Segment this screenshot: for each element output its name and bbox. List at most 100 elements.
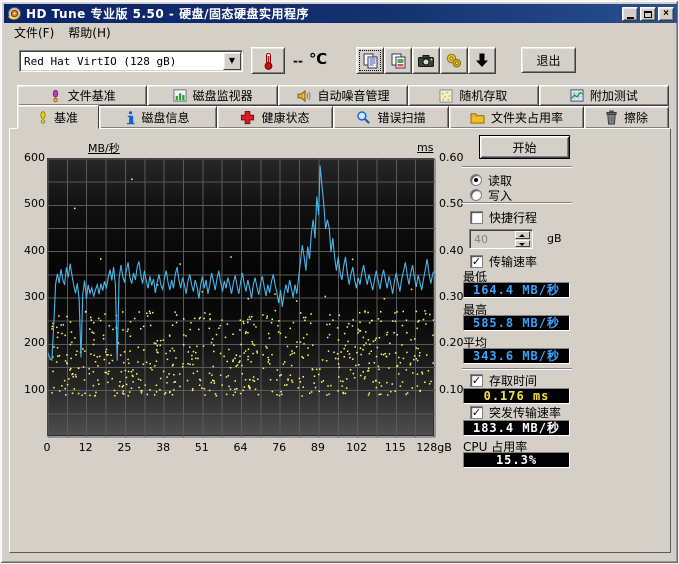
yellow-folder-icon bbox=[470, 111, 485, 124]
burst-rate-checkbox[interactable]: ✓ 突发传输速率 bbox=[470, 405, 561, 419]
chart-canvas bbox=[48, 159, 435, 437]
write-radio[interactable]: 写入 bbox=[470, 188, 512, 202]
transfer-rate-label: 传输速率 bbox=[489, 253, 537, 270]
camera-icon bbox=[417, 53, 435, 69]
tab-row-secondary: 文件基准 磁盘监视器 自动噪音管理 随机 bbox=[17, 85, 669, 106]
tab-auto-acoustic[interactable]: 自动噪音管理 bbox=[278, 85, 408, 106]
menu-file[interactable]: 文件(F) bbox=[7, 22, 61, 43]
window-title: HD Tune 专业版 5.50 - 硬盘/固态硬盘实用程序 bbox=[26, 5, 618, 22]
left-axis-unit: MB/秒 bbox=[88, 140, 120, 156]
tab-label: 随机存取 bbox=[459, 87, 507, 104]
exit-button[interactable]: 退出 bbox=[521, 47, 576, 73]
radio-icon bbox=[470, 189, 482, 201]
tab-label: 基准 bbox=[54, 109, 78, 126]
capacity-stepper[interactable]: 40 bbox=[469, 229, 533, 249]
toolbar: Red Hat VirtIO (128 gB) ▼ -- ℃ bbox=[4, 42, 677, 82]
spin-up-icon[interactable] bbox=[515, 231, 530, 239]
save-button[interactable] bbox=[468, 47, 496, 74]
copy-image-button[interactable] bbox=[384, 47, 412, 74]
tab-disk-info[interactable]: 磁盘信息 bbox=[99, 106, 217, 129]
yellow-exclamation-icon bbox=[38, 110, 48, 125]
tab-label: 文件夹占用率 bbox=[491, 109, 563, 126]
options-button[interactable] bbox=[440, 47, 468, 74]
drive-select-value: Red Hat VirtIO (128 gB) bbox=[20, 55, 223, 68]
copy-text-button[interactable] bbox=[356, 47, 384, 74]
checkbox-checked-icon: ✓ bbox=[470, 406, 483, 419]
red-cross-icon bbox=[240, 110, 255, 125]
tab-random-access[interactable]: 随机存取 bbox=[408, 85, 538, 106]
axis-tick-label: 64 bbox=[221, 441, 261, 454]
axis-tick-label: 200 bbox=[9, 336, 45, 349]
burst-rate-display: 183.4 MB/秒 bbox=[463, 420, 570, 436]
speaker-icon bbox=[297, 89, 312, 103]
separator bbox=[462, 202, 572, 204]
tab-extra-tests[interactable]: 附加测试 bbox=[539, 85, 669, 106]
axis-tick-label: 500 bbox=[9, 197, 45, 210]
tab-label: 附加测试 bbox=[590, 87, 638, 104]
checkbox-checked-icon: ✓ bbox=[470, 374, 483, 387]
axis-tick-label: 100 bbox=[9, 383, 45, 396]
tab-error-scan[interactable]: 错误扫描 bbox=[333, 106, 449, 129]
axis-tick-label: 0.60 bbox=[439, 151, 475, 164]
tab-disk-monitor[interactable]: 磁盘监视器 bbox=[147, 85, 277, 106]
blue-info-icon bbox=[126, 110, 135, 125]
cpu-usage-display: 15.3% bbox=[463, 452, 570, 468]
maximize-button[interactable] bbox=[640, 7, 656, 21]
gears-icon bbox=[445, 52, 463, 69]
app-window: HD Tune 专业版 5.50 - 硬盘/固态硬盘实用程序 × 文件(F) 帮… bbox=[0, 0, 679, 564]
purple-exclamation-icon bbox=[49, 89, 62, 103]
green-bar-chart-icon bbox=[173, 89, 187, 102]
maximize-icon bbox=[644, 11, 652, 18]
axis-tick-label: 25 bbox=[104, 441, 144, 454]
tab-file-benchmark[interactable]: 文件基准 bbox=[17, 85, 147, 106]
temperature-button[interactable] bbox=[251, 47, 285, 74]
tab-erase[interactable]: 擦除 bbox=[584, 106, 669, 129]
axis-tick-label: 600 bbox=[9, 151, 45, 164]
thermometer-icon bbox=[260, 52, 276, 70]
burst-rate-label: 突发传输速率 bbox=[489, 404, 561, 421]
title-bar: HD Tune 专业版 5.50 - 硬盘/固态硬盘实用程序 × bbox=[4, 4, 677, 23]
drive-select[interactable]: Red Hat VirtIO (128 gB) ▼ bbox=[19, 50, 243, 72]
tab-label: 磁盘监视器 bbox=[193, 87, 253, 104]
read-radio[interactable]: 读取 bbox=[470, 173, 512, 187]
close-button[interactable]: × bbox=[658, 7, 674, 21]
axis-tick-label: 128gB bbox=[414, 441, 454, 454]
short-stroke-checkbox[interactable]: 快捷行程 bbox=[470, 210, 537, 224]
tab-label: 文件基准 bbox=[68, 87, 116, 104]
tab-benchmark[interactable]: 基准 bbox=[17, 105, 99, 129]
menu-help[interactable]: 帮助(H) bbox=[61, 22, 117, 43]
access-time-checkbox[interactable]: ✓ 存取时间 bbox=[470, 373, 537, 387]
checkbox-icon bbox=[470, 211, 483, 224]
short-stroke-label: 快捷行程 bbox=[489, 209, 537, 226]
tab-label: 健康状态 bbox=[261, 109, 309, 126]
down-arrow-icon bbox=[474, 52, 490, 69]
copy-pages-icon bbox=[362, 52, 379, 69]
write-radio-label: 写入 bbox=[488, 187, 512, 204]
axis-tick-label: 76 bbox=[259, 441, 299, 454]
axis-tick-label: 51 bbox=[182, 441, 222, 454]
menu-bar: 文件(F) 帮助(H) bbox=[4, 23, 677, 42]
tab-row-primary: 基准 磁盘信息 健康状态 错误扫描 bbox=[17, 106, 669, 129]
start-button[interactable]: 开始 bbox=[479, 135, 570, 159]
tab-label: 错误扫描 bbox=[377, 109, 425, 126]
access-time-display: 0.176 ms bbox=[463, 388, 570, 404]
axis-tick-label: 400 bbox=[9, 244, 45, 257]
temperature-value: -- bbox=[293, 54, 303, 68]
axis-tick-label: 38 bbox=[143, 441, 183, 454]
tab-folder-usage[interactable]: 文件夹占用率 bbox=[449, 106, 584, 129]
access-time-label: 存取时间 bbox=[489, 372, 537, 389]
chevron-down-icon[interactable]: ▼ bbox=[223, 52, 241, 70]
magnifier-icon bbox=[356, 110, 371, 125]
minimize-button[interactable] bbox=[622, 7, 638, 21]
separator bbox=[462, 368, 572, 370]
avg-speed-display: 343.6 MB/秒 bbox=[463, 348, 570, 364]
tab-label: 自动噪音管理 bbox=[318, 87, 390, 104]
axis-tick-label: 12 bbox=[66, 441, 106, 454]
tab-health-status[interactable]: 健康状态 bbox=[217, 106, 333, 129]
right-axis-unit: ms bbox=[417, 141, 433, 154]
axis-tick-label: 0 bbox=[27, 441, 67, 454]
minimize-icon bbox=[627, 17, 634, 19]
screenshot-button[interactable] bbox=[412, 47, 440, 74]
spin-down-icon[interactable] bbox=[515, 240, 530, 248]
transfer-rate-checkbox[interactable]: ✓ 传输速率 bbox=[470, 254, 537, 268]
